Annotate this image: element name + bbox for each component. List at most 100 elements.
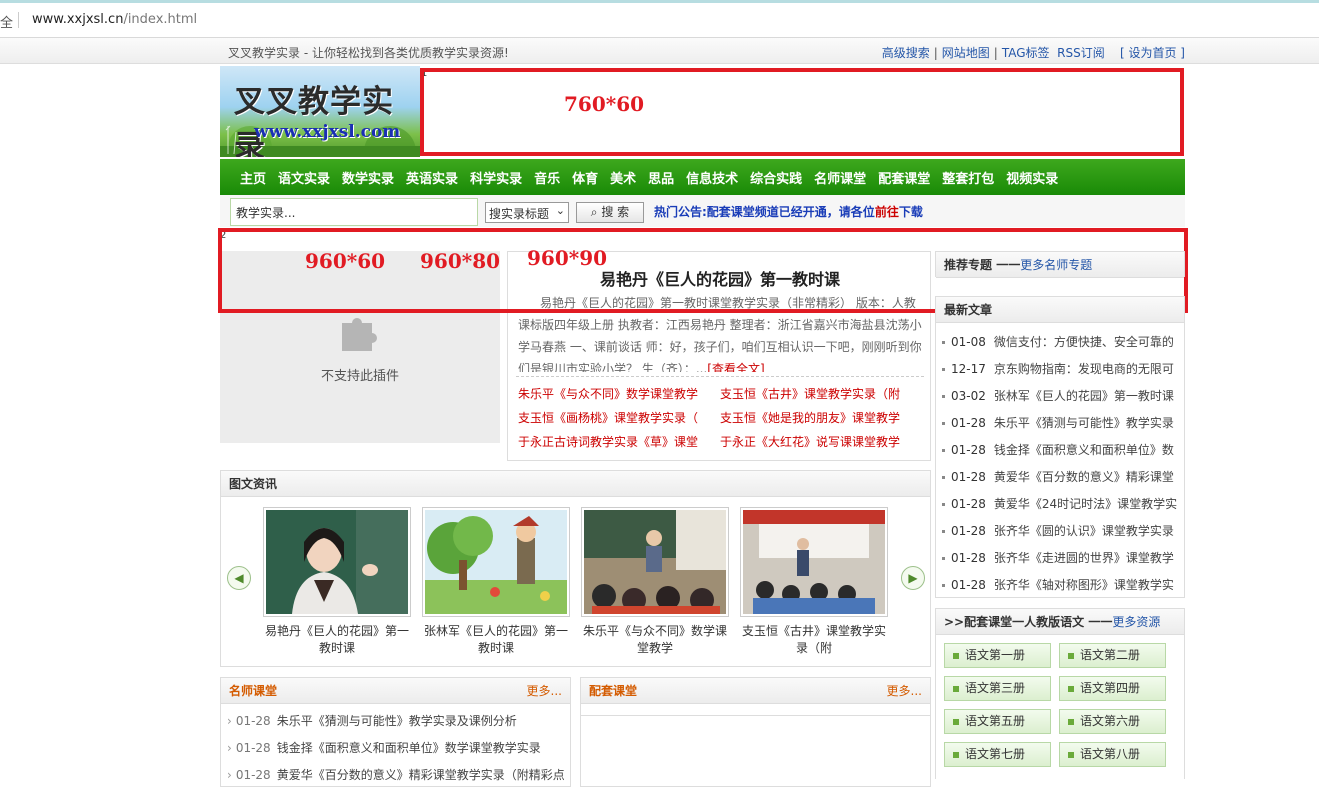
nav-matching-class[interactable]: 配套课堂 — [878, 168, 930, 187]
list-item[interactable]: 01-28 朱乐平《猜测与可能性》教学实录 — [942, 410, 1178, 437]
item-title[interactable]: 张齐华《走进圆的世界》课堂教学 — [994, 551, 1174, 565]
more-teacher-topics-link[interactable]: 更多名师专题 — [1020, 258, 1092, 272]
list-item[interactable]: 01-28 钱金择《面积意义和面积单位》数 — [942, 437, 1178, 464]
list-item[interactable]: 12-17 京东购物指南：发现电商的无限可 — [942, 356, 1178, 383]
list-item[interactable]: 01-28 张齐华《走进圆的世界》课堂教学 — [942, 545, 1178, 572]
header-separator: 一一 — [996, 258, 1021, 272]
item-title[interactable]: 朱乐平《猜测与可能性》教学实录及课例分析 — [277, 714, 517, 728]
tag-link[interactable]: TAG标签 — [1002, 46, 1050, 60]
photo-thumb[interactable] — [581, 507, 729, 617]
photo-caption[interactable]: 朱乐平《与众不同》数学课堂教学 — [580, 623, 730, 657]
nav-math[interactable]: 数学实录 — [342, 168, 394, 187]
item-title[interactable]: 钱金择《面积意义和面积单位》数学课堂教学实录 — [277, 741, 541, 755]
list-item[interactable]: 01-28 黄爱华《百分数的意义》精彩课堂 — [942, 464, 1178, 491]
item-title[interactable]: 黄爱华《百分数的意义》精彩课堂 — [994, 470, 1174, 484]
related-link[interactable]: 朱乐平《与众不同》数学课堂教学 — [518, 384, 720, 404]
search-type-select[interactable]: 搜实录标题 ⌄ — [485, 202, 569, 223]
item-title[interactable]: 钱金择《面积意义和面积单位》数 — [994, 443, 1174, 457]
nav-music[interactable]: 音乐 — [534, 168, 560, 187]
photo-thumb[interactable] — [740, 507, 888, 617]
nav-art[interactable]: 美术 — [610, 168, 636, 187]
nav-package[interactable]: 整套打包 — [942, 168, 994, 187]
classroom-photo — [584, 510, 726, 614]
list-item[interactable]: 03-02 张林军《巨人的花园》第一教时课 — [942, 383, 1178, 410]
item-title[interactable]: 京东购物指南：发现电商的无限可 — [994, 362, 1174, 376]
bullet — [942, 530, 945, 533]
item-title[interactable]: 黄爱华《百分数的意义》精彩课堂教学实录（附精彩点 — [277, 768, 564, 782]
sitemap-link[interactable]: 网站地图 — [942, 46, 990, 60]
recommend-header: 推荐专题 一一更多名师专题 — [936, 252, 1184, 278]
list-item[interactable]: 01-28 黄爱华《24时记时法》课堂教学实 — [942, 491, 1178, 518]
browser-address-bar[interactable]: 全 www.xxjxsl.cn/index.html — [0, 0, 1319, 38]
famous-teacher-more-link[interactable]: 更多... — [527, 678, 562, 704]
site-logo[interactable]: 叉叉教学实录 www.xxjxsl.com — [220, 66, 420, 157]
nav-morality[interactable]: 思品 — [648, 168, 674, 187]
item-title[interactable]: 微信支付：方便快捷、安全可靠的 — [994, 335, 1174, 349]
notice-download: 下载 — [898, 205, 923, 219]
list-item[interactable]: 01-28 张齐华《轴对称图形》课堂教学实 — [942, 572, 1178, 599]
item-title[interactable]: 张齐华《圆的认识》课堂教学实录 — [994, 524, 1174, 538]
set-homepage-link[interactable]: [ 设为首页 ] — [1120, 46, 1185, 60]
chevron-right-icon: › — [227, 768, 232, 782]
book-button[interactable]: 语文第三册 — [944, 676, 1051, 701]
related-link[interactable]: 于永正《大红花》说写课课堂教学 — [720, 432, 922, 452]
notice-go-link[interactable]: 前往 — [875, 205, 899, 219]
more-resources-link[interactable]: 更多资源 — [1112, 615, 1160, 629]
nav-chinese[interactable]: 语文实录 — [278, 168, 330, 187]
nav-english[interactable]: 英语实录 — [406, 168, 458, 187]
item-date: 12-17 — [951, 362, 986, 376]
nav-pe[interactable]: 体育 — [572, 168, 598, 187]
nav-home[interactable]: 主页 — [240, 168, 266, 187]
list-item[interactable]: 01-28 张齐华《圆的认识》课堂教学实录 — [942, 518, 1178, 545]
photo-thumb[interactable] — [263, 507, 411, 617]
url-text[interactable]: www.xxjxsl.cn/index.html — [32, 12, 197, 27]
photo-caption[interactable]: 易艳丹《巨人的花园》第一教时课 — [262, 623, 412, 657]
search-input[interactable] — [230, 198, 478, 226]
matching-class: 配套课堂 更多... — [580, 677, 931, 787]
book-label: 语文第八册 — [1080, 747, 1141, 761]
item-title[interactable]: 朱乐平《猜测与可能性》教学实录 — [994, 416, 1174, 430]
related-link[interactable]: 支玉恒《画杨桃》课堂教学实录（ — [518, 408, 720, 428]
read-more-link[interactable]: [查看全文] — [707, 362, 764, 372]
book-button[interactable]: 语文第五册 — [944, 709, 1051, 734]
list-item[interactable]: › 01-28 黄爱华《百分数的意义》精彩课堂教学实录（附精彩点 — [227, 762, 564, 789]
photo-caption[interactable]: 张林军《巨人的花园》第一教时课 — [421, 623, 571, 657]
photo-caption[interactable]: 支玉恒《古井》课堂教学实录（附 — [739, 623, 889, 657]
square-icon — [953, 685, 959, 692]
matching-class-more-link[interactable]: 更多... — [887, 678, 922, 704]
search-button-label: 搜 索 — [601, 205, 630, 219]
nav-science[interactable]: 科学实录 — [470, 168, 522, 187]
item-title[interactable]: 黄爱华《24时记时法》课堂教学实 — [994, 497, 1177, 511]
advanced-search-link[interactable]: 高级搜索 — [882, 46, 930, 60]
recommend-topics: 推荐专题 一一更多名师专题 — [935, 251, 1185, 278]
list-item[interactable]: › 01-28 朱乐平《猜测与可能性》教学实录及课例分析 — [227, 708, 564, 735]
related-link[interactable]: 支玉恒《她是我的朋友》课堂教学 — [720, 408, 922, 428]
nav-famous-teacher[interactable]: 名师课堂 — [814, 168, 866, 187]
book-button[interactable]: 语文第一册 — [944, 643, 1051, 668]
nav-video[interactable]: 视频实录 — [1006, 168, 1058, 187]
search-button[interactable]: ⌕ 搜 索 — [576, 202, 644, 223]
book-button[interactable]: 语文第四册 — [1059, 676, 1166, 701]
list-item[interactable]: 01-08 微信支付：方便快捷、安全可靠的 — [942, 329, 1178, 356]
book-button[interactable]: 语文第七册 — [944, 742, 1051, 767]
book-button[interactable]: 语文第二册 — [1059, 643, 1166, 668]
list-item[interactable]: › 01-28 钱金择《面积意义和面积单位》数学课堂教学实录 — [227, 735, 564, 762]
chevron-right-icon: › — [227, 714, 232, 728]
photo-thumb[interactable] — [422, 507, 570, 617]
item-date: 01-28 — [235, 768, 271, 782]
item-title[interactable]: 张林军《巨人的花园》第一教时课 — [994, 389, 1174, 403]
ad-size-label-b: 960*80 — [420, 249, 501, 273]
nav-practice[interactable]: 综合实践 — [750, 168, 802, 187]
book-button[interactable]: 语文第八册 — [1059, 742, 1166, 767]
square-icon — [1068, 751, 1074, 758]
related-link[interactable]: 于永正古诗词教学实录《草》课堂 — [518, 432, 720, 452]
rss-link[interactable]: RSS订阅 — [1057, 46, 1105, 60]
item-title[interactable]: 张齐华《轴对称图形》课堂教学实 — [994, 578, 1174, 592]
hot-notice: 热门公告:配套课堂频道已经开通，请各位前往下载 — [654, 203, 923, 220]
related-link[interactable]: 支玉恒《古井》课堂教学实录（附 — [720, 384, 922, 404]
prev-arrow-icon[interactable]: ◀ — [227, 566, 251, 590]
book-button[interactable]: 语文第六册 — [1059, 709, 1166, 734]
nav-it[interactable]: 信息技术 — [686, 168, 738, 187]
next-arrow-icon[interactable]: ▶ — [901, 566, 925, 590]
ad-size-label-top: 760*60 — [564, 92, 645, 116]
